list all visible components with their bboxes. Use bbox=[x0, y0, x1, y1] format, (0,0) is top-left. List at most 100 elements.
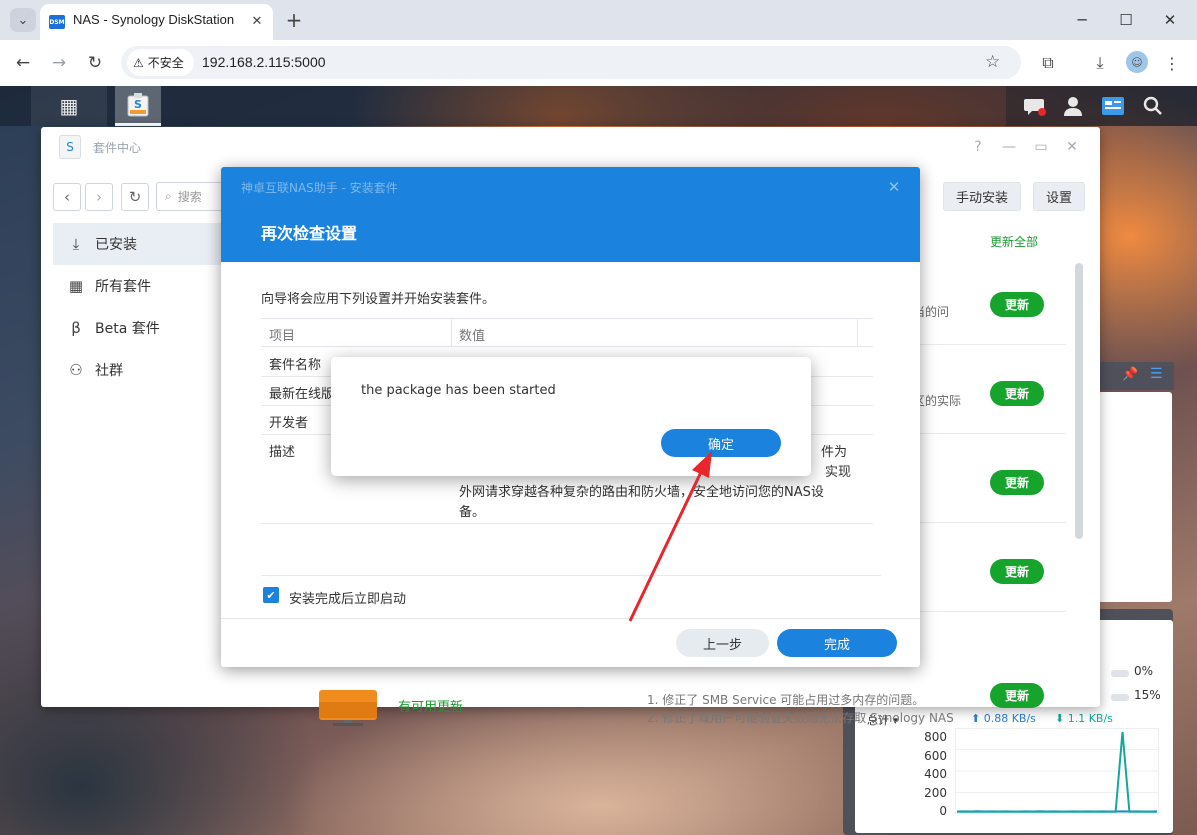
update-all-link[interactable]: 更新全部 bbox=[990, 233, 1038, 250]
search-icon[interactable] bbox=[1138, 92, 1168, 120]
back-icon[interactable]: ← bbox=[10, 50, 36, 76]
forward-icon[interactable]: › bbox=[85, 183, 113, 211]
release-note: 2. 修正了域用户可能验证失败而无法存取 Synology NAS bbox=[647, 711, 954, 725]
description-text: 件为 bbox=[821, 445, 848, 460]
url-text: 192.168.2.115:5000 bbox=[202, 54, 326, 70]
cpu-usage-bar bbox=[1111, 670, 1129, 677]
forward-icon[interactable]: → bbox=[46, 50, 72, 76]
manual-install-button[interactable]: 手动安装 bbox=[943, 182, 1022, 211]
svg-text:S: S bbox=[134, 98, 142, 111]
smb-package-icon bbox=[319, 690, 377, 726]
refresh-icon[interactable]: ↻ bbox=[121, 183, 149, 211]
tab-close-icon[interactable]: ✕ bbox=[248, 12, 266, 30]
description-text: 备。 bbox=[459, 505, 486, 520]
close-window-icon[interactable]: ✕ bbox=[1150, 6, 1190, 34]
security-chip[interactable]: ⚠ 不安全 bbox=[127, 49, 194, 76]
y-tick-label: 400 bbox=[924, 767, 947, 781]
column-header: 项目 bbox=[269, 329, 296, 344]
browser-toolbar: ← → ↻ ⚠ 不安全 192.168.2.115:5000 ☆ ⧉ ⤓ ☺ ⋮ bbox=[0, 40, 1197, 86]
settings-button[interactable]: 设置 bbox=[1033, 182, 1086, 211]
row-divider bbox=[261, 523, 873, 524]
search-placeholder: 搜索 bbox=[177, 190, 202, 204]
ram-usage-bar bbox=[1111, 694, 1129, 701]
package-center-icon: S bbox=[127, 92, 149, 116]
y-tick-label: 600 bbox=[924, 749, 947, 763]
update-button[interactable]: 更新 bbox=[990, 381, 1044, 406]
warning-icon: ⚠ bbox=[133, 55, 144, 70]
update-button[interactable]: 更新 bbox=[990, 470, 1044, 495]
window-titlebar[interactable]: S 套件中心 ? — ▭ ✕ bbox=[41, 127, 1100, 167]
widget-menu-icon[interactable]: ☰ bbox=[1150, 366, 1163, 382]
scrollbar[interactable] bbox=[1075, 263, 1083, 539]
widget-header: 📌 ☰ bbox=[1098, 362, 1174, 390]
widgets-icon[interactable] bbox=[1098, 92, 1128, 120]
divider bbox=[261, 575, 881, 576]
column-divider bbox=[857, 319, 858, 347]
cpu-usage-value: 0% bbox=[1134, 664, 1154, 678]
y-tick-label: 200 bbox=[924, 786, 947, 800]
pin-icon[interactable]: 📌 bbox=[1122, 367, 1138, 382]
close-icon[interactable]: ✕ bbox=[1062, 138, 1082, 156]
window-title: 套件中心 bbox=[93, 141, 142, 155]
table-cell: 描述 bbox=[269, 445, 296, 460]
browser-tab[interactable]: DSM NAS - Synology DiskStation ✕ bbox=[40, 4, 273, 40]
update-button[interactable]: 更新 bbox=[990, 683, 1044, 708]
start-after-install-checkbox[interactable]: ✔ bbox=[263, 587, 279, 603]
update-button[interactable]: 更新 bbox=[990, 292, 1044, 317]
upload-rate-value: 0.88 KB/s bbox=[983, 712, 1036, 725]
sidebar-item-label: 社群 bbox=[95, 363, 123, 379]
dialog-intro: 向导将会应用下列设置并开始安装套件。 bbox=[261, 292, 496, 307]
dialog-subtitle: 神卓互联NAS助手 - 安装套件 bbox=[241, 181, 398, 195]
tab-search-chevron-icon[interactable]: ⌄ bbox=[10, 8, 36, 32]
profile-avatar[interactable]: ☺ bbox=[1126, 51, 1148, 73]
community-icon: ⚇ bbox=[69, 361, 83, 379]
description-text: 外网请求穿越各种复杂的路由和防火墙，安全地访问您的NAS设 bbox=[459, 485, 824, 500]
description-text: 实现 bbox=[825, 465, 852, 480]
grid-icon: ▦ bbox=[68, 277, 84, 295]
reload-icon[interactable]: ↻ bbox=[82, 50, 108, 76]
back-icon[interactable]: ‹ bbox=[53, 183, 81, 211]
security-label: 不安全 bbox=[147, 56, 184, 70]
update-button[interactable]: 更新 bbox=[990, 559, 1044, 584]
system-health-widget bbox=[1098, 392, 1172, 602]
sidebar-item-label: 所有套件 bbox=[95, 279, 151, 295]
taskbar-package-center[interactable]: S bbox=[115, 86, 161, 126]
download-icon[interactable]: ⤓ bbox=[1088, 51, 1112, 75]
close-icon[interactable]: ✕ bbox=[884, 177, 904, 197]
search-input[interactable]: ⌕ 搜索 bbox=[156, 182, 226, 211]
ok-button[interactable]: 确定 bbox=[661, 429, 781, 457]
footer-divider bbox=[221, 618, 920, 619]
dialog-header: 神卓互联NAS助手 - 安装套件 ✕ 再次检查设置 bbox=[221, 167, 920, 262]
table-cell: 最新在线版 bbox=[269, 387, 335, 402]
main-menu-icon[interactable]: ▦ bbox=[31, 86, 107, 126]
alert-message: the package has been started bbox=[361, 383, 556, 398]
sidebar-item-label: Beta 套件 bbox=[95, 321, 160, 337]
dialog-title: 再次检查设置 bbox=[261, 224, 358, 243]
column-header: 数值 bbox=[459, 329, 486, 344]
notifications-chat-icon[interactable] bbox=[1020, 92, 1050, 120]
sidebar-item-label: 已安装 bbox=[95, 237, 137, 253]
done-button[interactable]: 完成 bbox=[777, 629, 897, 657]
table-cell: 开发者 bbox=[269, 416, 309, 431]
menu-dots-icon[interactable]: ⋮ bbox=[1160, 51, 1184, 75]
minimize-icon[interactable]: — bbox=[999, 138, 1019, 156]
maximize-window-icon[interactable]: ☐ bbox=[1106, 6, 1146, 34]
download-icon: ⤓ bbox=[72, 235, 80, 253]
bookmark-star-icon[interactable]: ☆ bbox=[985, 52, 1000, 72]
help-icon[interactable]: ? bbox=[968, 138, 988, 156]
new-tab-button[interactable]: + bbox=[282, 8, 306, 32]
previous-button[interactable]: 上一步 bbox=[676, 629, 769, 657]
column-divider bbox=[451, 319, 452, 347]
extensions-icon[interactable]: ⧉ bbox=[1036, 51, 1060, 75]
tab-strip: ⌄ DSM NAS - Synology DiskStation ✕ + ─ ☐… bbox=[0, 0, 1197, 40]
ram-usage-value: 15% bbox=[1134, 688, 1161, 702]
upload-rate: ⬆ 0.88 KB/s bbox=[971, 712, 1036, 725]
user-icon[interactable] bbox=[1058, 92, 1088, 120]
maximize-icon[interactable]: ▭ bbox=[1031, 138, 1051, 156]
dsm-taskbar: ▦ S bbox=[0, 86, 1197, 126]
package-center-icon: S bbox=[59, 135, 81, 159]
dsm-favicon-icon: DSM bbox=[49, 15, 65, 29]
minimize-window-icon[interactable]: ─ bbox=[1062, 6, 1102, 34]
table-header: 项目 数值 bbox=[261, 318, 873, 347]
address-bar[interactable]: ⚠ 不安全 192.168.2.115:5000 ☆ bbox=[121, 46, 1021, 79]
